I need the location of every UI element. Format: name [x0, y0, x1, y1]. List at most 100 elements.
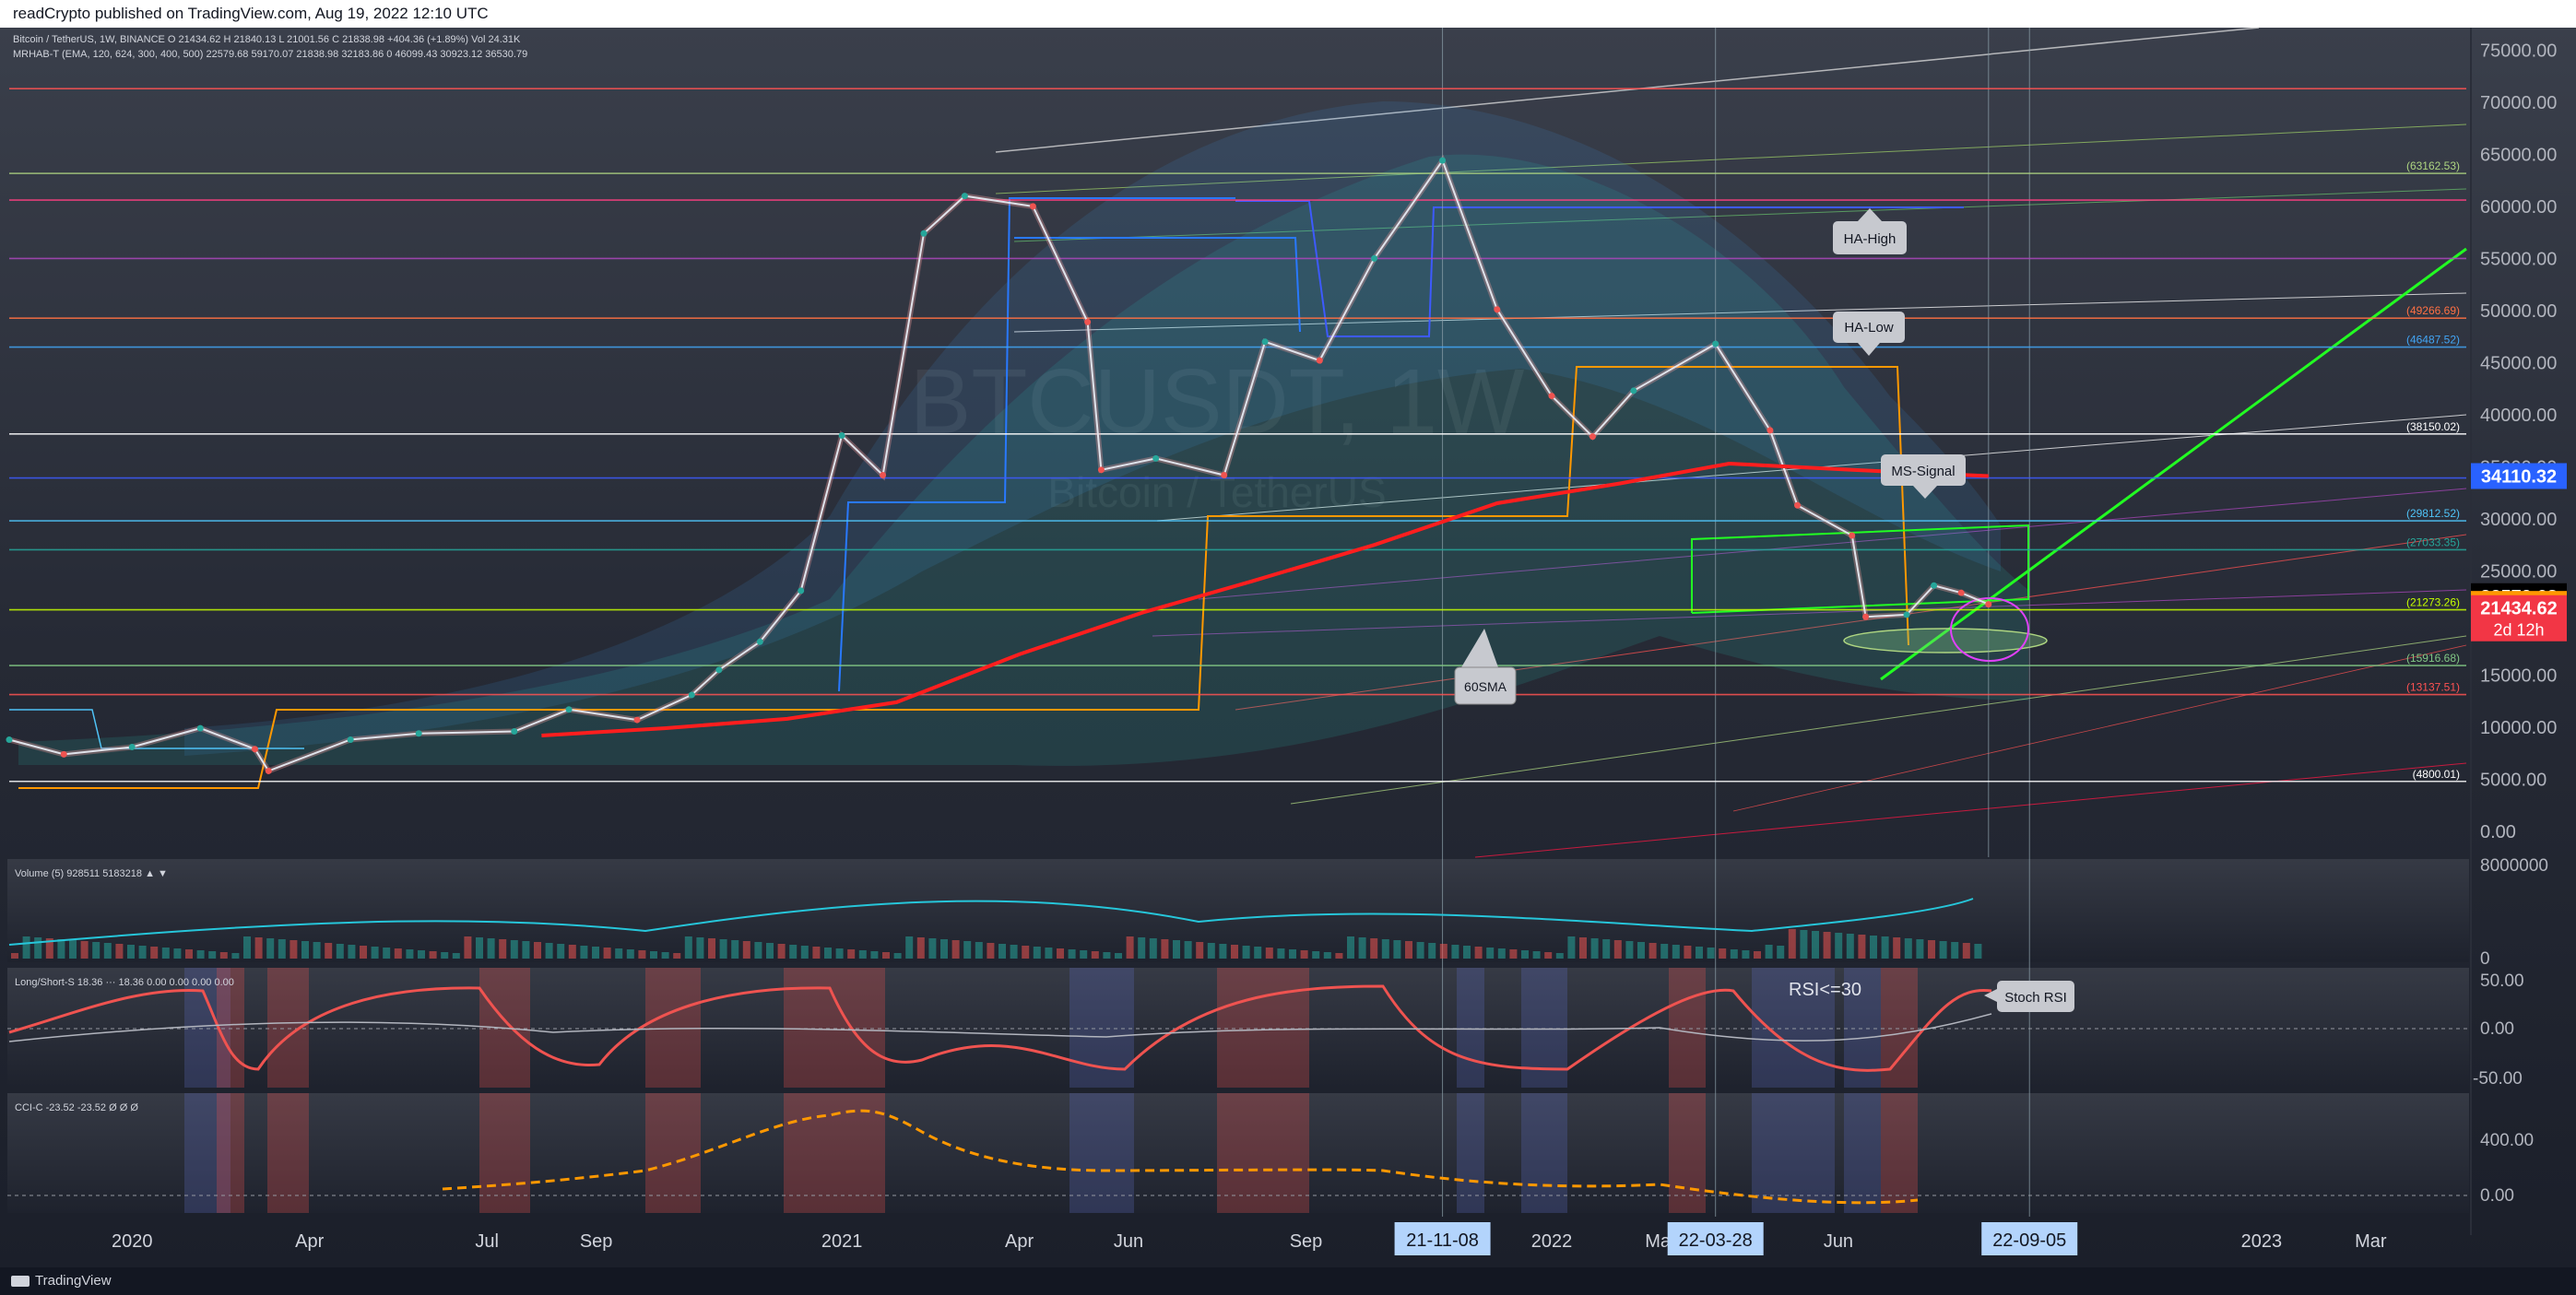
volume-bar-10: [127, 945, 135, 959]
volume-bar-110: [1289, 949, 1296, 959]
callout-60sma-text: 60SMA: [1464, 679, 1507, 694]
volume-bar-103: [1207, 943, 1215, 959]
volume-bar-83: [975, 942, 983, 959]
volume-bar-123: [1439, 944, 1448, 959]
volume-bar-157: [1835, 933, 1843, 959]
volume-bar-73: [858, 950, 867, 959]
stoch-zone-7: [1217, 968, 1309, 1088]
volume-bar-27: [325, 943, 333, 959]
price-point-40: [1985, 601, 1992, 608]
callout-ha-high-text: HA-High: [1844, 231, 1897, 247]
volume-bar-50: [592, 947, 599, 959]
volume-bar-160: [1870, 936, 1877, 959]
volume-bar-146: [1707, 948, 1715, 959]
stoch-panel-label: Long/Short-S 18.36 ··· 18.36 0.00 0.00 0…: [15, 977, 234, 988]
volume-bar-26: [313, 942, 321, 959]
volume-bar-74: [870, 951, 879, 959]
volume-bar-80: [940, 939, 948, 959]
legend-line-1: Bitcoin / TetherUS, 1W, BINANCE O 21434.…: [13, 34, 521, 45]
volume-bar-132: [1544, 952, 1553, 959]
volume-bar-19: [231, 953, 240, 959]
volume-bar-93: [1091, 951, 1099, 959]
price-point-25: [1316, 357, 1323, 364]
price-point-36: [1862, 613, 1870, 620]
volume-bar-55: [650, 951, 657, 959]
time-tick-10: Jun: [1824, 1231, 1853, 1252]
date-marker-0: 21-11-08: [1406, 1230, 1479, 1251]
footer-brand: TradingView: [35, 1273, 112, 1289]
level-label-9: (49266.69): [2406, 304, 2460, 317]
price-point-11: [688, 691, 695, 699]
volume-bar-144: [1684, 946, 1692, 959]
volume-bar-77: [905, 936, 914, 959]
volume-bar-46: [545, 943, 553, 959]
volume-bar-154: [1800, 930, 1808, 959]
volume-bar-117: [1370, 938, 1378, 959]
price-point-21: [1097, 466, 1105, 474]
price-tick-14: 70000.00: [2480, 93, 2557, 113]
volume-bar-34: [406, 949, 414, 959]
price-point-32: [1712, 340, 1719, 347]
volume-bar-61: [719, 939, 727, 959]
volume-bar-150: [1754, 951, 1761, 959]
volume-bar-14: [173, 948, 182, 959]
volume-bar-72: [847, 949, 856, 959]
time-tick-0: 2020: [112, 1231, 153, 1252]
volume-bar-84: [987, 943, 995, 959]
volume-bar-33: [394, 948, 402, 959]
price-point-33: [1767, 427, 1774, 434]
volume-bar-161: [1881, 936, 1889, 959]
volume-bar-111: [1300, 950, 1308, 959]
volume-bar-104: [1219, 944, 1227, 959]
volume-bar-133: [1555, 953, 1564, 959]
chart-root: readCrypto published on TradingView.com,…: [0, 0, 2576, 1295]
price-point-16: [880, 471, 887, 478]
price-point-19: [1029, 203, 1036, 210]
price-point-9: [565, 706, 573, 713]
callout-ms-signal-text: MS-Signal: [1891, 464, 1955, 479]
volume-bar-137: [1602, 939, 1611, 959]
time-tick-5: Apr: [1005, 1231, 1034, 1252]
price-point-4: [252, 746, 258, 753]
volume-bar-118: [1381, 939, 1389, 959]
price-point-34: [1794, 501, 1802, 509]
price-point-35: [1849, 532, 1856, 539]
volume-bar-148: [1730, 949, 1738, 959]
volume-bar-25: [301, 941, 309, 959]
volume-bar-30: [360, 946, 367, 959]
price-point-7: [415, 730, 422, 737]
price-point-0: [6, 736, 13, 744]
volume-bar-124: [1451, 945, 1459, 959]
volume-bar-145: [1696, 947, 1703, 959]
volume-bar-71: [835, 948, 844, 959]
volume-bar-56: [661, 952, 669, 959]
volume-bar-23: [278, 939, 286, 959]
price-tag-sub-3: 2d 12h: [2493, 621, 2544, 640]
btc-weekly-chart[interactable]: BTCUSDT, 1W Bitcoin / TetherUS (4800.01)…: [0, 0, 2576, 1267]
volume-bar-16: [196, 950, 205, 959]
stoch-zone-2: [267, 968, 309, 1088]
volume-bar-66: [777, 944, 786, 959]
price-tick-8: 40000.00: [2480, 406, 2557, 426]
stoch-axis-0: 0.00: [2480, 1019, 2514, 1039]
volume-bar-158: [1846, 934, 1854, 959]
volume-bar-31: [371, 947, 379, 959]
volume-bar-81: [951, 940, 960, 959]
price-point-10: [633, 716, 641, 724]
volume-bar-85: [998, 944, 1006, 959]
volume-bar-47: [557, 944, 565, 959]
volume-bar-101: [1184, 941, 1192, 959]
volume-bar-126: [1474, 947, 1483, 959]
date-marker-2: 22-09-05: [1992, 1230, 2066, 1251]
volume-bar-155: [1812, 931, 1819, 959]
volume-bar-7: [92, 942, 100, 959]
volume-bar-59: [696, 937, 704, 959]
volume-bar-164: [1916, 939, 1924, 959]
volume-bar-113: [1323, 952, 1331, 959]
volume-bar-95: [1115, 953, 1122, 959]
volume-bar-105: [1231, 945, 1238, 959]
callout-stoch-rsi-text: Stoch RSI: [2004, 990, 2067, 1006]
price-point-31: [1630, 387, 1637, 394]
volume-bar-112: [1312, 951, 1320, 959]
time-tick-8: 2022: [1531, 1231, 1573, 1252]
